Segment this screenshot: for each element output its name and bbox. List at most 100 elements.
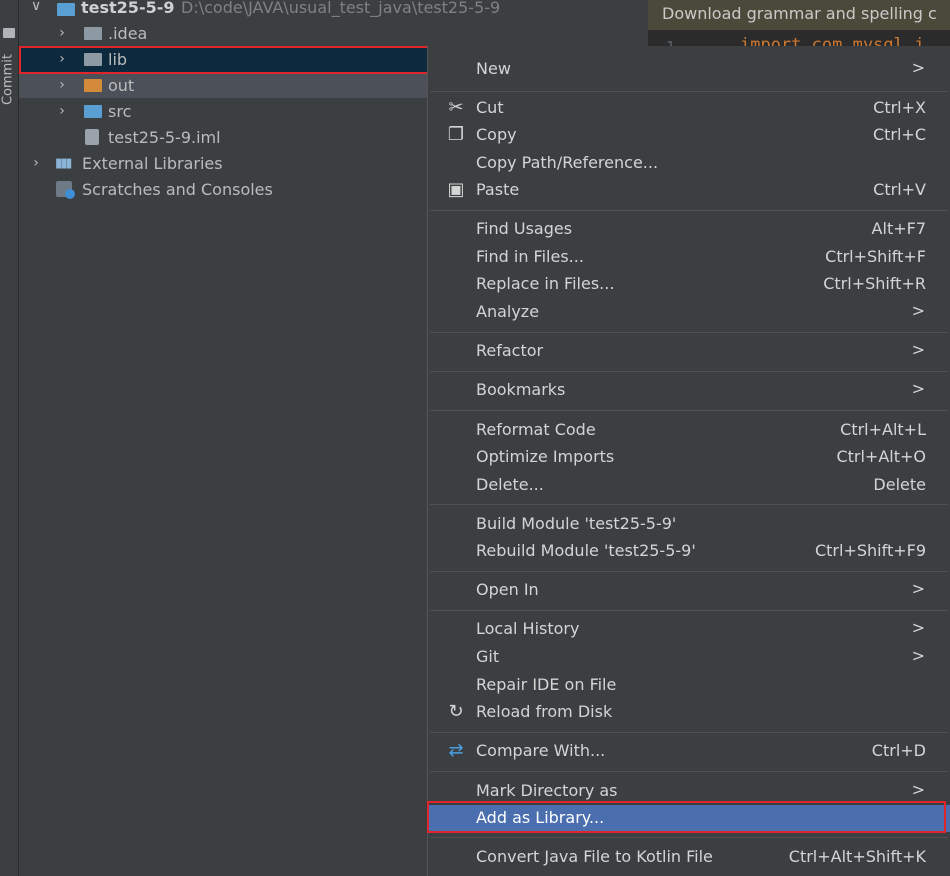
menu-item-open-in[interactable]: Open In >: [428, 577, 950, 604]
compare-icon: ⇄: [448, 740, 464, 761]
context-menu: New > ✂ Cut Ctrl+X ❐ Copy Ctrl+C Copy Pa…: [427, 46, 950, 876]
menu-item-label: Copy: [476, 125, 517, 144]
menu-item-label: New: [476, 59, 511, 78]
menu-item-label: Analyze: [476, 302, 540, 321]
shortcut: Ctrl+Shift+F: [825, 247, 926, 266]
menu-item-cut[interactable]: ✂ Cut Ctrl+X: [428, 95, 950, 122]
menu-item-paste[interactable]: ▣ Paste Ctrl+V: [428, 177, 950, 204]
menu-item-compare-with[interactable]: ⇄ Compare With... Ctrl+D: [428, 738, 950, 765]
shortcut: Ctrl+Alt+Shift+K: [788, 847, 926, 866]
menu-item-git[interactable]: Git >: [428, 644, 950, 671]
menu-item-label: Open In: [476, 580, 539, 599]
menu-item-convert-to-kotlin[interactable]: Convert Java File to Kotlin File Ctrl+Al…: [428, 844, 950, 871]
menu-item-delete[interactable]: Delete... Delete: [428, 472, 950, 499]
menu-item-label: Bookmarks: [476, 380, 566, 399]
menu-item-label: Rebuild Module 'test25-5-9': [476, 541, 696, 560]
menu-item-reformat-code[interactable]: Reformat Code Ctrl+Alt+L: [428, 417, 950, 444]
menu-item-new[interactable]: New >: [428, 56, 950, 83]
menu-item-label: Cut: [476, 98, 504, 117]
chevron-right-icon: >: [911, 579, 925, 598]
shortcut: Ctrl+V: [873, 180, 926, 199]
menu-item-refactor[interactable]: Refactor >: [428, 338, 950, 365]
shortcut: Ctrl+Shift+R: [823, 274, 926, 293]
tree-item-label: Scratches and Consoles: [82, 179, 273, 199]
source-folder-icon: [84, 105, 102, 118]
menu-item-label: Paste: [476, 180, 520, 199]
menu-item-replace-in-files[interactable]: Replace in Files... Ctrl+Shift+R: [428, 271, 950, 298]
clipboard-icon: ▣: [447, 179, 465, 200]
chevron-right-icon[interactable]: ›: [57, 103, 67, 119]
menu-separator: [430, 610, 948, 611]
menu-item-repair-ide[interactable]: Repair IDE on File: [428, 672, 950, 699]
menu-item-build-module[interactable]: Build Module 'test25-5-9': [428, 511, 950, 538]
chevron-right-icon: >: [911, 340, 925, 359]
folder-icon: [84, 27, 102, 40]
chevron-down-icon[interactable]: ∨: [31, 0, 41, 14]
menu-item-label: Compare With...: [476, 741, 606, 760]
reload-icon: ↻: [448, 701, 464, 722]
library-icon: ▮▮▮: [55, 156, 73, 171]
chevron-right-icon: >: [911, 646, 925, 665]
scissors-icon: ✂: [448, 97, 464, 118]
tool-window-strip: Pr Commit: [0, 0, 19, 876]
chevron-right-icon[interactable]: ›: [57, 77, 67, 93]
root-path: D:\code\JAVA\usual_test_java\test25-5-9: [181, 0, 501, 17]
menu-item-label: Copy Path/Reference...: [476, 153, 659, 172]
copy-icon: ❐: [447, 124, 465, 145]
menu-item-reload-from-disk[interactable]: ↻ Reload from Disk: [428, 699, 950, 726]
shortcut: Ctrl+C: [872, 125, 926, 144]
menu-item-label: Mark Directory as: [476, 781, 618, 800]
menu-item-bookmarks[interactable]: Bookmarks >: [428, 377, 950, 404]
menu-separator: [430, 732, 948, 733]
tree-item-idea[interactable]: › .idea: [19, 20, 649, 46]
menu-item-label: Convert Java File to Kotlin File: [476, 847, 713, 866]
chevron-right-icon: >: [911, 301, 925, 320]
menu-item-optimize-imports[interactable]: Optimize Imports Ctrl+Alt+O: [428, 444, 950, 471]
menu-item-rebuild-module[interactable]: Rebuild Module 'test25-5-9' Ctrl+Shift+F…: [428, 538, 950, 565]
shortcut: Ctrl+Alt+L: [840, 420, 926, 439]
menu-separator: [430, 571, 948, 572]
menu-separator: [430, 332, 948, 333]
chevron-right-icon: >: [911, 780, 925, 799]
menu-item-copy-path[interactable]: Copy Path/Reference...: [428, 150, 950, 177]
menu-item-label: Delete...: [476, 475, 544, 494]
banner-text: Download grammar and spelling c: [662, 4, 937, 23]
menu-separator: [430, 837, 948, 838]
tree-item-label: src: [108, 101, 132, 121]
chevron-right-icon: >: [911, 618, 925, 637]
menu-separator: [430, 504, 948, 505]
menu-separator: [430, 210, 948, 211]
commit-tool-label[interactable]: Commit: [1, 50, 16, 110]
menu-separator: [430, 371, 948, 372]
menu-item-find-in-files[interactable]: Find in Files... Ctrl+Shift+F: [428, 244, 950, 271]
chevron-right-icon[interactable]: ›: [31, 155, 41, 171]
menu-item-analyze[interactable]: Analyze >: [428, 299, 950, 326]
menu-item-label: Git: [476, 647, 500, 666]
folder-icon[interactable]: [3, 28, 15, 38]
menu-item-label: Refactor: [476, 341, 544, 360]
add-library-highlight-box: [427, 801, 946, 833]
tree-item-label: test25-5-9.iml: [108, 127, 221, 147]
tree-item-label: .idea: [108, 23, 148, 43]
tree-item-label: out: [108, 75, 135, 95]
menu-separator: [430, 771, 948, 772]
menu-item-label: Reformat Code: [476, 420, 596, 439]
console-badge-icon: [65, 189, 75, 199]
menu-item-label: Find Usages: [476, 219, 573, 238]
lib-highlight-box: [19, 46, 429, 74]
menu-item-find-usages[interactable]: Find Usages Alt+F7: [428, 216, 950, 243]
menu-item-local-history[interactable]: Local History >: [428, 616, 950, 643]
notification-banner[interactable]: Download grammar and spelling c: [648, 0, 950, 30]
tree-root[interactable]: ∨ test25-5-9 D:\code\JAVA\usual_test_jav…: [19, 0, 649, 22]
menu-item-label: Replace in Files...: [476, 274, 615, 293]
shortcut: Ctrl+D: [871, 741, 926, 760]
shortcut: Alt+F7: [871, 219, 926, 238]
chevron-right-icon[interactable]: ›: [57, 25, 67, 41]
menu-separator: [430, 410, 948, 411]
tree-item-label: External Libraries: [82, 153, 223, 173]
menu-item-label: Local History: [476, 619, 580, 638]
chevron-right-icon: >: [911, 58, 925, 77]
chevron-right-icon: >: [911, 379, 925, 398]
excluded-folder-icon: [84, 79, 102, 92]
menu-item-copy[interactable]: ❐ Copy Ctrl+C: [428, 122, 950, 149]
